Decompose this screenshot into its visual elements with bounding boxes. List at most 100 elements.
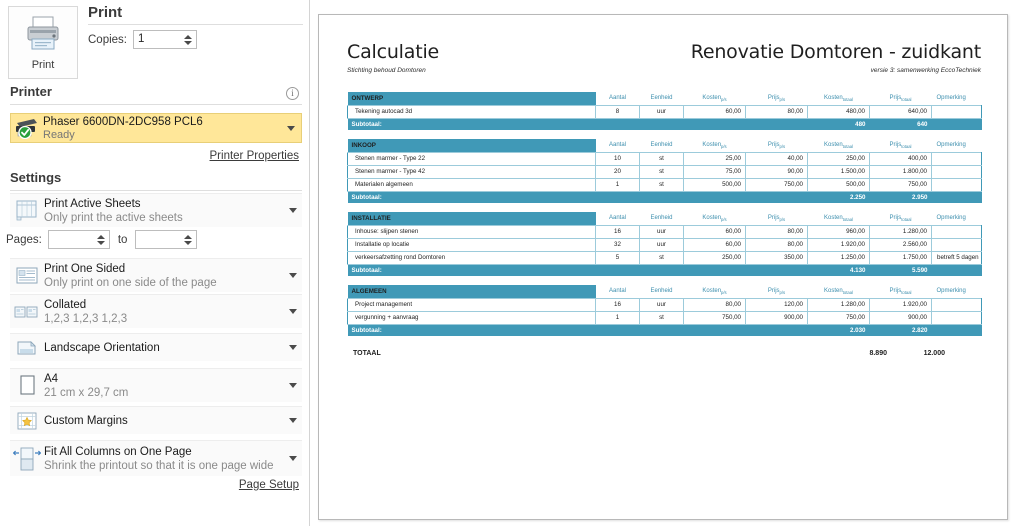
table-row: Inhouse: slijpen stenen 16 uur 60,00 80,00 96… [347,224,982,239]
table-cell: uur [639,224,684,239]
chevron-down-icon[interactable] [289,273,297,278]
document-subtitle: Stichting behoud Domtoren [347,67,426,74]
table-cell: 500,00 [683,177,746,192]
subtotal-price: 2.950 [869,191,932,203]
info-icon[interactable]: i [286,87,299,100]
pages-from-input[interactable] [47,230,110,249]
column-header: Prijstotaal [869,285,932,298]
table-cell: 1.920,00 [807,237,870,252]
print-button-label: Print [31,59,55,71]
table-cell: 1 [595,310,640,325]
copies-stepper[interactable]: 1 [133,30,197,49]
setting-collation-sub: 1,2,3 1,2,3 1,2,3 [44,312,128,325]
column-header: Eenheid [639,139,684,152]
column-header: Prijsp/s [745,139,808,152]
table-cell: verkeersafzetting rond Domtoren [347,250,596,265]
copies-spin-arrows[interactable] [182,31,194,48]
chevron-down-icon[interactable] [289,383,297,388]
printer-icon [23,14,63,57]
table-cell: 250,00 [807,151,870,166]
setting-scaling[interactable]: Fit All Columns on One Page Shrink the p… [10,440,302,476]
setting-duplex-label: Print One Sided [44,262,126,275]
setting-collation[interactable]: Collated 1,2,3 1,2,3 1,2,3 [10,294,302,328]
chevron-down-icon[interactable] [184,240,193,245]
table-cell: 750,00 [869,177,932,192]
landscape-icon [10,338,44,358]
document-page: Calculatie Stichting behoud Domtoren Ren… [318,14,1008,520]
table-cell [931,164,982,179]
pages-to-spin-arrows[interactable] [182,231,194,248]
chevron-down-icon[interactable] [289,418,297,423]
table-row: verkeersafzetting rond Domtoren 5st 250,00… [347,250,982,265]
subtotal-row: Subtotaal: 4.130 5.590 [347,264,982,276]
table-cell [931,237,982,252]
table-cell: 1.250,00 [807,250,870,265]
chevron-down-icon[interactable] [289,345,297,350]
print-button[interactable]: Print [8,6,78,79]
printer-select[interactable]: Phaser 6600DN-2DC958 PCL6 Ready [10,113,302,143]
column-header: Aantal [595,92,640,105]
column-header: Kostenp/s [683,139,746,152]
print-heading: Print [88,4,123,21]
table-row: Stenen marmer - Type 42 20st 75,00 90,00 1.5… [347,164,982,179]
setting-orientation[interactable]: Landscape Orientation [10,333,302,361]
subtotal-note [931,264,982,276]
subtotal-price: 2.820 [869,324,932,336]
chevron-up-icon[interactable] [96,234,105,239]
setting-scaling-label: Fit All Columns on One Page [44,445,192,458]
column-header: Kostenp/s [683,285,746,298]
setting-print-range[interactable]: Print Active Sheets Only print the activ… [10,193,302,227]
page-setup-link[interactable]: Page Setup [239,479,299,491]
table-row: Project management 16 uur 80,00 120,00 1.280,… [347,297,982,312]
column-header: Kostentotaal [807,212,870,225]
setting-paper-size-sub: 21 cm x 29,7 cm [44,386,129,399]
table-cell: st [639,164,684,179]
chevron-up-icon[interactable] [184,234,193,239]
subtotal-note [931,324,982,336]
column-header: Prijsp/s [745,285,808,298]
table-cell: 750,00 [683,310,746,325]
subtotal-costs: 480 [807,118,870,130]
printer-properties-link[interactable]: Printer Properties [210,150,299,162]
chevron-down-icon[interactable] [96,240,105,245]
grand-total-row: TOTAAL 8.890 12.000 [347,350,981,357]
chevron-down-icon[interactable] [184,40,192,45]
chevron-up-icon[interactable] [184,34,192,39]
table-cell: 60,00 [683,237,746,252]
group-name: INKOOP [347,139,596,152]
setting-scaling-sub: Shrink the printout so that it is one pa… [44,459,274,472]
printer-status: Ready [43,128,75,141]
subtotal-price: 640 [869,118,932,130]
table-cell: 750,00 [807,310,870,325]
chevron-down-icon[interactable] [289,208,297,213]
grand-total-label: TOTAAL [353,350,381,357]
table-cell: 80,00 [745,104,808,119]
table-cell: 60,00 [683,104,746,119]
column-header: Kostenp/s [683,92,746,105]
subtotal-row: Subtotaal: 480 640 [347,118,982,130]
column-header: Opmerking [931,285,982,298]
setting-duplex-sub: Only print on one side of the page [44,276,217,289]
document-title: Calculatie [347,41,440,63]
table-cell: 60,00 [683,224,746,239]
table-group-header: ONTWERP Aantal Eenheid Kostenp/s Prijsp/s Kos… [347,92,982,105]
setting-margins-label: Custom Margins [44,414,128,427]
setting-duplex[interactable]: Print One Sided Only print on one side o… [10,258,302,292]
column-header: Prijstotaal [869,212,932,225]
column-header: Prijsp/s [745,92,808,105]
pages-from-spin-arrows[interactable] [95,231,107,248]
pages-to-input[interactable] [135,230,198,249]
setting-paper-size[interactable]: A4 21 cm x 29,7 cm [10,368,302,402]
chevron-down-icon[interactable] [289,456,297,461]
chevron-down-icon[interactable] [289,309,297,314]
chevron-down-icon[interactable] [287,125,295,131]
table-cell: Inhouse: slijpen stenen [347,224,596,239]
column-header: Eenheid [639,92,684,105]
table-cell: 32 [595,237,640,252]
table-cell: vergunning + aanvraag [347,310,596,325]
printer-section-divider [10,104,302,105]
table-row: vergunning + aanvraag 1st 750,00 900,00 750,… [347,310,982,325]
print-heading-divider [88,24,303,25]
table-cell: 960,00 [807,224,870,239]
setting-margins[interactable]: Custom Margins [10,406,302,434]
